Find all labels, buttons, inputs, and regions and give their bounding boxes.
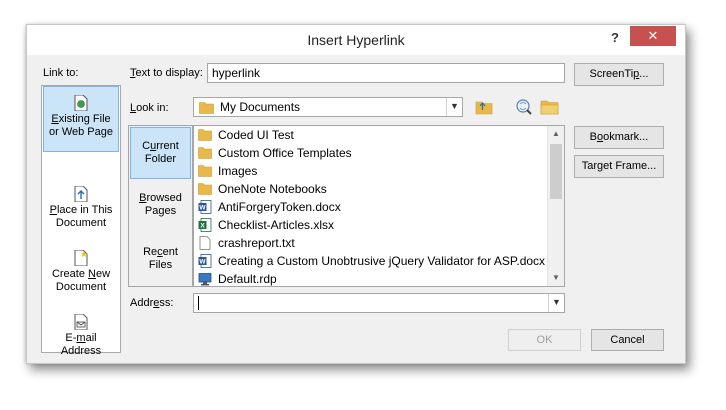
link-to-existing-file[interactable]: Existing File or Web Page xyxy=(43,86,119,152)
file-list-scrollbar[interactable]: ▲ ▼ xyxy=(547,126,564,286)
new-document-icon xyxy=(74,250,88,266)
screentip-button[interactable]: ScreenTip... xyxy=(574,63,664,86)
text-to-display-label: Text to display: xyxy=(130,67,203,79)
folder-icon xyxy=(198,183,212,195)
scroll-up-icon[interactable]: ▲ xyxy=(548,126,564,142)
word-doc-icon: W xyxy=(198,254,212,268)
address-input[interactable]: ▼ xyxy=(193,293,565,313)
link-to-place-in-document[interactable]: Place in This Document xyxy=(43,186,119,230)
help-button[interactable]: ? xyxy=(607,30,623,48)
nav-recent-files[interactable]: Recent Files xyxy=(130,246,191,272)
location-nav: Current Folder Browsed Pages Recent File… xyxy=(128,125,193,287)
title-bar[interactable]: Insert Hyperlink ? ✕ xyxy=(27,25,685,55)
target-frame-button[interactable]: Target Frame... xyxy=(574,155,664,178)
bookmark-button[interactable]: Bookmark... xyxy=(574,126,664,149)
email-icon xyxy=(74,314,88,330)
browse-file-icon[interactable] xyxy=(539,97,561,117)
folder-icon xyxy=(198,147,212,159)
folder-icon xyxy=(198,129,212,141)
list-item[interactable]: W AntiForgeryToken.docx xyxy=(196,198,546,216)
scroll-down-icon[interactable]: ▼ xyxy=(548,270,564,286)
text-file-icon xyxy=(199,236,211,250)
insert-hyperlink-dialog: Insert Hyperlink ? ✕ Link to: Existing F… xyxy=(26,24,686,364)
dialog-title: Insert Hyperlink xyxy=(307,32,405,48)
text-cursor xyxy=(198,296,199,310)
look-in-dropdown[interactable]: My Documents ▼ xyxy=(193,97,463,117)
web-page-icon xyxy=(74,95,88,111)
address-label: Address: xyxy=(130,297,174,309)
excel-doc-icon: X xyxy=(198,218,212,232)
link-to-email-address[interactable]: E-mail Address xyxy=(43,314,119,358)
folder-icon xyxy=(199,102,214,114)
link-to-panel: Existing File or Web Page Place in This … xyxy=(41,85,121,357)
link-to-new-document[interactable]: Create New Document xyxy=(43,250,119,294)
word-doc-icon: W xyxy=(198,200,212,214)
look-in-label: Look in: xyxy=(130,102,169,114)
svg-text:W: W xyxy=(199,259,206,266)
nav-browsed-pages[interactable]: Browsed Pages xyxy=(130,192,191,218)
close-button[interactable]: ✕ xyxy=(630,26,676,46)
list-item[interactable]: Default.rdp xyxy=(196,270,546,286)
up-folder-icon[interactable] xyxy=(473,97,495,117)
remote-desktop-icon xyxy=(198,273,212,286)
file-list[interactable]: Coded UI Test Custom Office Templates Im… xyxy=(193,125,565,287)
ok-button[interactable]: OK xyxy=(508,329,581,351)
nav-current-folder[interactable]: Current Folder xyxy=(130,127,191,179)
list-item[interactable]: Custom Office Templates xyxy=(196,144,546,162)
list-item[interactable]: crashreport.txt xyxy=(196,234,546,252)
list-item[interactable]: Images xyxy=(196,162,546,180)
chevron-down-icon[interactable]: ▼ xyxy=(446,98,462,116)
svg-text:W: W xyxy=(199,205,206,212)
list-item[interactable]: OneNote Notebooks xyxy=(196,180,546,198)
svg-text:X: X xyxy=(200,223,205,230)
text-to-display-input[interactable]: hyperlink xyxy=(207,63,565,83)
folder-icon xyxy=(198,165,212,177)
chevron-down-icon[interactable]: ▼ xyxy=(548,294,564,312)
link-to-label: Link to: xyxy=(43,67,79,79)
browse-web-icon[interactable] xyxy=(513,97,535,117)
place-in-document-icon xyxy=(74,186,88,202)
scrollbar-thumb[interactable] xyxy=(550,144,562,199)
list-item[interactable]: X Checklist-Articles.xlsx xyxy=(196,216,546,234)
cancel-button[interactable]: Cancel xyxy=(591,329,664,351)
list-item[interactable]: Coded UI Test xyxy=(196,126,546,144)
list-item[interactable]: W Creating a Custom Unobtrusive jQuery V… xyxy=(196,252,546,270)
